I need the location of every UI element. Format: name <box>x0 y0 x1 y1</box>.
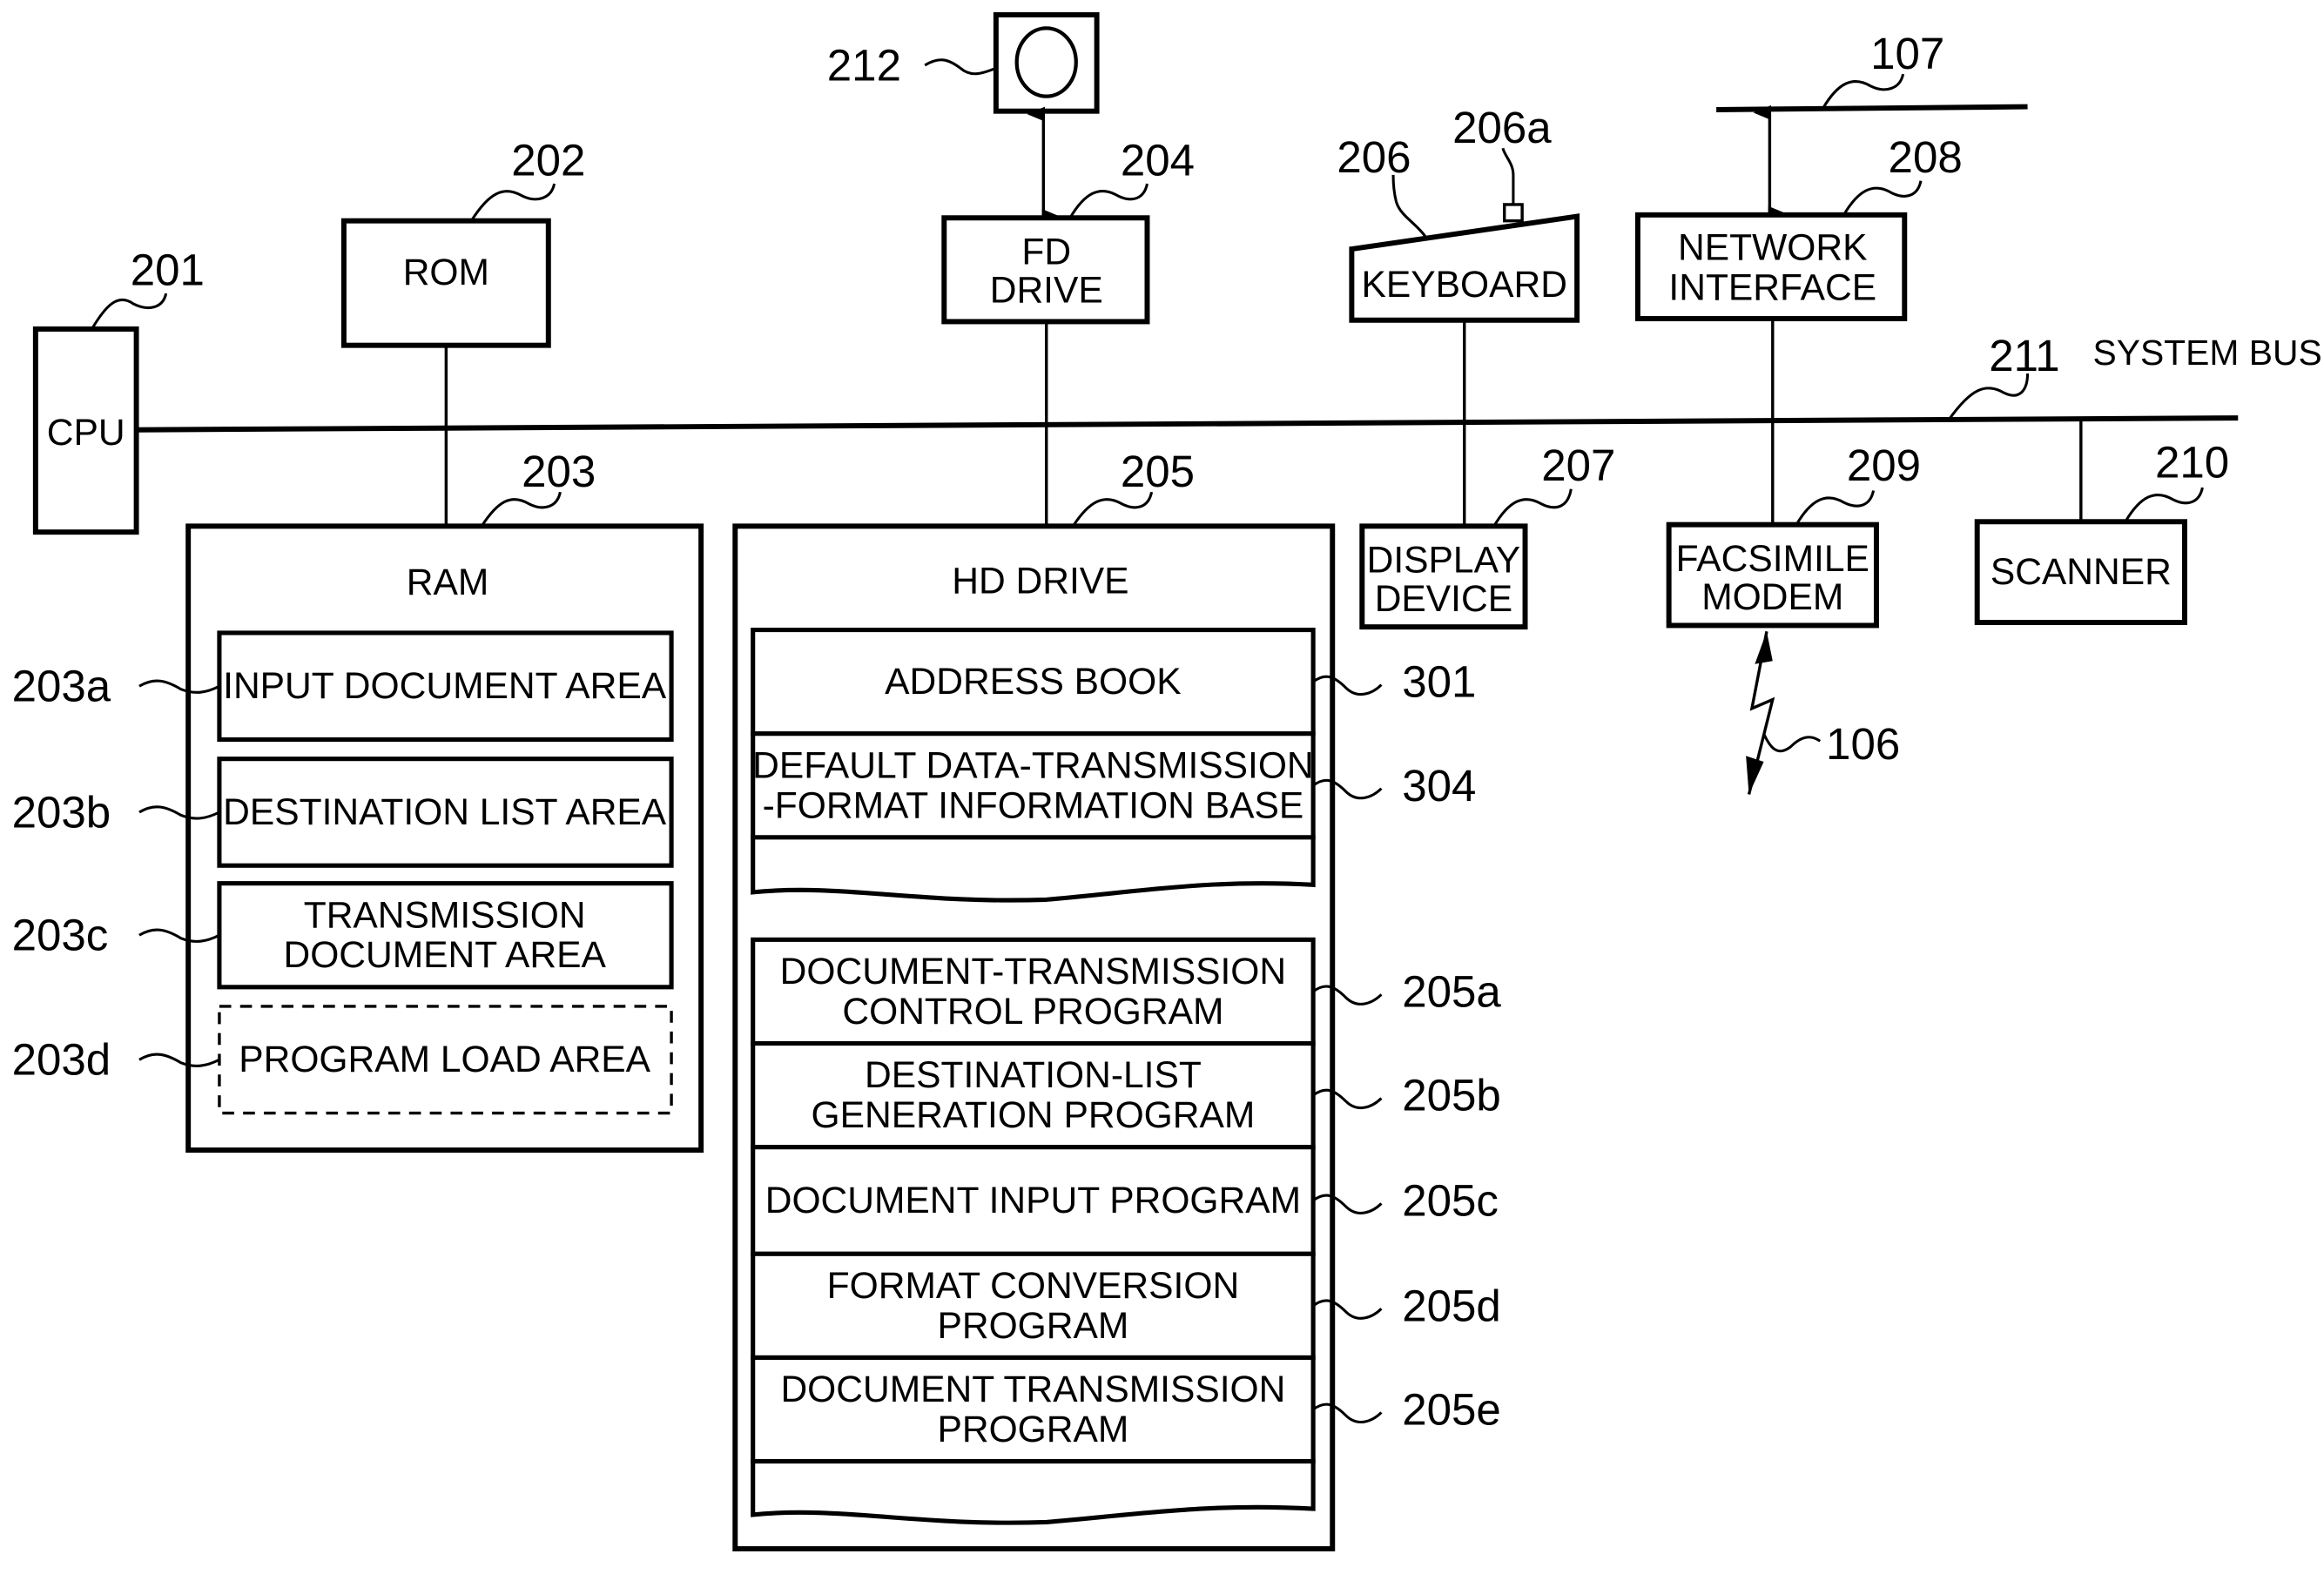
hd-program-ref: 205e <box>1402 1385 1501 1435</box>
key-ref: 206a <box>1452 103 1552 152</box>
scanner-block: SCANNER 210 <box>1974 419 2229 626</box>
hd-data-label-line1: DEFAULT DATA-TRANSMISSION <box>752 744 1314 786</box>
hd-program-205d: FORMAT CONVERSIONPROGRAM 205d <box>751 1251 1501 1360</box>
system-bus-label: SYSTEM BUS <box>2092 333 2321 373</box>
hd-ref: 205 <box>1121 447 1195 496</box>
hd-data-304: DEFAULT DATA-TRANSMISSION-FORMAT INFORMA… <box>751 731 1476 840</box>
fd-label-line2: DRIVE <box>990 270 1103 312</box>
hd-program-label-line1: DOCUMENT-TRANSMISSION <box>780 951 1286 992</box>
hd-program-label-line1: DOCUMENT INPUT PROGRAM <box>765 1180 1301 1221</box>
ram-area-label-line2: DOCUMENT AREA <box>283 934 606 976</box>
hd-program-205b: DESTINATION-LISTGENERATION PROGRAM 205b <box>751 1040 1501 1150</box>
ram-area-203d: PROGRAM LOAD AREA 203d <box>12 1005 673 1115</box>
display-label-line1: DISPLAY <box>1367 540 1521 582</box>
hd-program-205e: DOCUMENT TRANSMISSIONPROGRAM 205e <box>751 1355 1501 1464</box>
hd-program-205a: DOCUMENT-TRANSMISSIONCONTROL PROGRAM 205a <box>751 937 1501 1046</box>
hd-data-list: ADDRESS BOOK 301 DEFAULT DATA-TRANSMISSION… <box>751 627 1476 903</box>
ram-area-label-line1: PROGRAM LOAD AREA <box>239 1039 650 1080</box>
hd-data-label-line1: ADDRESS BOOK <box>885 661 1181 703</box>
fax-label-line1: FACSIMILE <box>1676 538 1869 580</box>
keyboard-label: KEYBOARD <box>1362 264 1567 306</box>
network-ref: 107 <box>1870 29 1944 78</box>
facsimile-modem-block: FACSIMILE MODEM 209 106 <box>1666 441 1921 795</box>
ram-area-label-line1: TRANSMISSION <box>304 894 586 936</box>
ram-area-ref: 203d <box>12 1035 111 1085</box>
fd-ref: 204 <box>1121 135 1195 185</box>
network-interface-ref: 208 <box>1889 132 1963 182</box>
system-bus-ref: 211 <box>1989 331 2059 380</box>
network-line <box>1716 104 2028 112</box>
hd-data-label-line2: -FORMAT INFORMATION BASE <box>763 784 1304 826</box>
ram-area-label-line1: INPUT DOCUMENT AREA <box>223 665 667 707</box>
ram-area-203c: TRANSMISSIONDOCUMENT AREA 203c <box>12 881 674 990</box>
ram-area-203a: INPUT DOCUMENT AREA 203a <box>12 630 674 743</box>
hd-program-label-line2: GENERATION PROGRAM <box>812 1094 1256 1136</box>
hd-label: HD DRIVE <box>952 560 1128 602</box>
fax-ref: 209 <box>1847 441 1921 490</box>
ram-block: RAM 203 INPUT DOCUMENT AREA 203a DESTINATI… <box>12 447 704 1154</box>
network-label-line1: NETWORK <box>1678 226 1867 268</box>
hd-program-label-line2: PROGRAM <box>937 1409 1128 1450</box>
scanner-ref: 210 <box>2155 438 2229 488</box>
phone-line-ref: 106 <box>1826 719 1900 769</box>
hd-program-list: DOCUMENT-TRANSMISSIONCONTROL PROGRAM 205a… <box>751 937 1501 1525</box>
ram-ref: 203 <box>522 447 596 496</box>
ram-area-label-line1: DESTINATION LIST AREA <box>223 791 667 833</box>
hd-program-label-line1: DOCUMENT TRANSMISSION <box>780 1369 1285 1410</box>
rom-ref: 202 <box>511 135 585 185</box>
network-label-line2: INTERFACE <box>1668 266 1876 308</box>
hd-program-label-line2: CONTROL PROGRAM <box>842 991 1223 1033</box>
hd-program-ref: 205a <box>1402 966 1501 1016</box>
cpu-ref: 201 <box>131 245 205 294</box>
scanner-label: SCANNER <box>1991 551 2172 593</box>
hd-program-ref: 205d <box>1402 1281 1501 1330</box>
block-diagram: 211 SYSTEM BUS CPU 201 ROM 202 RAM 203 I… <box>0 0 2324 1574</box>
rom-label: ROM <box>403 252 489 293</box>
hd-program-label-line1: FORMAT CONVERSION <box>827 1265 1240 1307</box>
hd-program-ref: 205c <box>1402 1175 1499 1225</box>
floppy-ref: 212 <box>827 40 901 90</box>
network-interface-block: 107 NETWORK INTERFACE 208 <box>1634 29 2028 525</box>
display-ref: 207 <box>1541 441 1615 490</box>
hd-data-ref: 301 <box>1402 657 1476 707</box>
display-label-line2: DEVICE <box>1375 578 1512 620</box>
hd-data-ref: 304 <box>1402 761 1476 811</box>
display-device-block: DISPLAY DEVICE 207 <box>1359 441 1615 630</box>
ram-area-ref: 203b <box>12 787 111 837</box>
fd-label-line1: FD <box>1021 231 1071 272</box>
cpu-block: CPU 201 <box>32 245 205 535</box>
ram-area-203b: DESTINATION LIST AREA 203b <box>12 757 674 868</box>
hd-data-301: ADDRESS BOOK 301 <box>751 627 1476 737</box>
hd-program-label-line1: DESTINATION-LIST <box>865 1054 1202 1096</box>
cpu-label: CPU <box>47 412 125 454</box>
fax-label-line2: MODEM <box>1701 576 1843 618</box>
diagram-canvas: 211 SYSTEM BUS CPU 201 ROM 202 RAM 203 I… <box>12 12 2322 1552</box>
hd-program-label-line2: PROGRAM <box>937 1305 1128 1347</box>
hd-program-ref: 205b <box>1402 1071 1501 1120</box>
ram-area-ref: 203a <box>12 662 111 711</box>
ram-label: RAM <box>407 562 489 603</box>
hd-program-205c: DOCUMENT INPUT PROGRAM 205c <box>751 1145 1499 1256</box>
key-icon <box>1502 203 1524 223</box>
keyboard-ref: 206 <box>1337 132 1411 182</box>
ram-area-ref: 203c <box>12 911 109 960</box>
